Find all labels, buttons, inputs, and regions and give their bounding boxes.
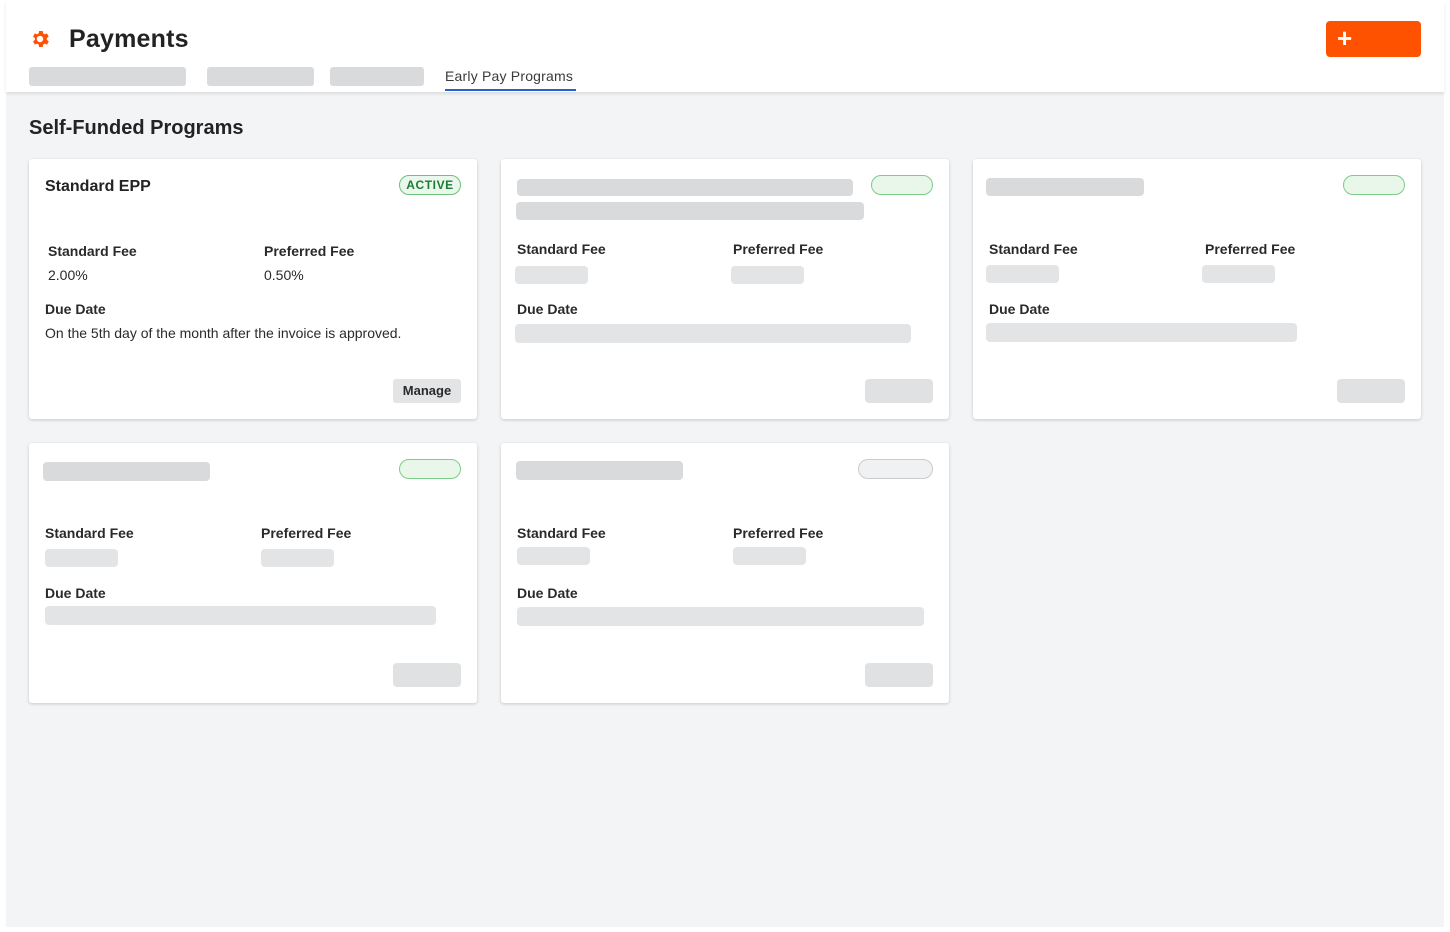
manage-button-placeholder[interactable]	[1337, 379, 1405, 403]
standard-fee-placeholder	[515, 266, 588, 284]
preferred-fee-placeholder	[261, 549, 334, 567]
tab-loading-1[interactable]	[29, 67, 186, 86]
standard-fee-label: Standard Fee	[989, 241, 1078, 257]
program-name-placeholder	[517, 179, 853, 196]
standard-fee-placeholder	[986, 265, 1059, 283]
create-button[interactable]: +	[1326, 21, 1421, 57]
due-date-label: Due Date	[45, 585, 106, 601]
page-header: Payments + Early Pay Programs	[6, 0, 1444, 92]
manage-button[interactable]: Manage	[393, 379, 461, 403]
status-badge: ACTIVE	[399, 175, 461, 195]
standard-fee-label: Standard Fee	[517, 241, 606, 257]
preferred-fee-label: Preferred Fee	[733, 525, 824, 541]
active-tab-indicator	[445, 89, 576, 91]
manage-button-placeholder[interactable]	[865, 379, 933, 403]
standard-fee-label: Standard Fee	[517, 525, 606, 541]
due-date-label: Due Date	[517, 585, 578, 601]
tab-early-pay-programs[interactable]: Early Pay Programs	[445, 67, 573, 86]
manage-button-placeholder[interactable]	[865, 663, 933, 687]
status-badge-placeholder	[399, 459, 461, 479]
standard-fee-placeholder	[45, 549, 118, 567]
standard-fee-placeholder	[517, 547, 590, 565]
gear-icon	[33, 31, 49, 47]
program-name-placeholder	[516, 202, 864, 220]
preferred-fee-placeholder	[731, 266, 804, 284]
standard-fee-label: Standard Fee	[45, 525, 134, 541]
due-date-placeholder	[517, 607, 924, 626]
due-date-label: Due Date	[989, 301, 1050, 317]
manage-button-placeholder[interactable]	[393, 663, 461, 687]
program-name-placeholder	[986, 178, 1144, 196]
standard-fee-value: 2.00%	[48, 267, 88, 283]
preferred-fee-label: Preferred Fee	[261, 525, 352, 541]
standard-fee-label: Standard Fee	[48, 243, 137, 259]
tab-loading-2[interactable]	[207, 67, 314, 86]
tab-loading-3[interactable]	[330, 67, 424, 86]
program-card-loading: Standard Fee Preferred Fee Due Date	[973, 159, 1421, 419]
status-badge-placeholder	[858, 459, 933, 479]
program-name-placeholder	[43, 462, 210, 481]
preferred-fee-label: Preferred Fee	[1205, 241, 1296, 257]
program-card-loading: Standard Fee Preferred Fee Due Date	[29, 443, 477, 703]
due-date-placeholder	[515, 324, 911, 343]
section-title: Self-Funded Programs	[29, 117, 244, 139]
preferred-fee-value: 0.50%	[264, 267, 304, 283]
page-title: Payments	[69, 25, 189, 53]
due-date-label: Due Date	[517, 301, 578, 317]
app-frame: Payments + Early Pay Programs Self-Funde…	[6, 0, 1444, 927]
program-name-placeholder	[516, 461, 683, 480]
preferred-fee-placeholder	[733, 547, 806, 565]
program-card: Standard EPP ACTIVE Standard Fee 2.00% P…	[29, 159, 477, 419]
program-card-loading: Standard Fee Preferred Fee Due Date	[501, 159, 949, 419]
due-date-value: On the 5th day of the month after the in…	[45, 325, 402, 341]
preferred-fee-label: Preferred Fee	[264, 243, 355, 259]
status-badge-placeholder	[1343, 175, 1405, 195]
due-date-placeholder	[986, 323, 1297, 342]
preferred-fee-label: Preferred Fee	[733, 241, 824, 257]
plus-icon: +	[1337, 23, 1353, 53]
due-date-placeholder	[45, 606, 436, 625]
program-card-loading: Standard Fee Preferred Fee Due Date	[501, 443, 949, 703]
program-name: Standard EPP	[45, 178, 151, 195]
preferred-fee-placeholder	[1202, 265, 1275, 283]
status-badge-placeholder	[871, 175, 933, 195]
due-date-label: Due Date	[45, 301, 106, 317]
